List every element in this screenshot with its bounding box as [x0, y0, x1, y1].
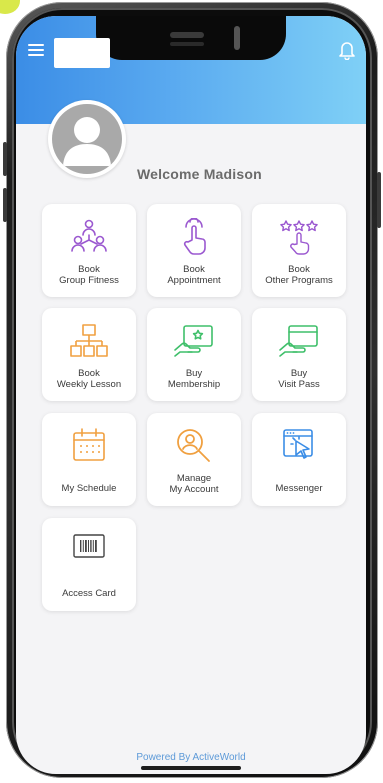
tile-label: My Schedule	[61, 483, 117, 494]
org-chart-icon	[70, 324, 108, 357]
app-logo	[54, 38, 110, 68]
rating-stars-hand-icon	[280, 220, 318, 255]
book-group-fitness-tile[interactable]: Book Group Fitness	[42, 204, 136, 297]
tile-label: Book Group Fitness	[59, 264, 119, 286]
home-indicator[interactable]	[141, 766, 241, 770]
tile-label: Access Card	[62, 588, 116, 599]
front-camera	[234, 26, 240, 50]
avatar[interactable]	[48, 100, 126, 178]
welcome-message: Welcome Madison	[137, 166, 262, 182]
powered-by-footer[interactable]: Powered By ActiveWorld	[16, 752, 366, 763]
user-silhouette-icon	[52, 104, 122, 174]
pass-card-hand-icon	[279, 325, 318, 357]
book-appointment-tile[interactable]: Book Appointment	[147, 204, 241, 297]
messenger-tile[interactable]: Messenger	[252, 413, 346, 506]
barcode-icon	[73, 534, 105, 558]
book-weekly-lesson-tile[interactable]: Book Weekly Lesson	[42, 308, 136, 401]
earpiece-speaker	[170, 32, 204, 38]
corner-decoration	[0, 0, 20, 14]
volume-down-button	[3, 188, 7, 222]
tile-label: Book Appointment	[167, 264, 221, 286]
hand-pointer-icon	[183, 218, 206, 255]
buy-membership-tile[interactable]: Buy Membership	[147, 308, 241, 401]
tile-label: Messenger	[275, 483, 323, 494]
tile-label: Book Other Programs	[265, 264, 333, 286]
group-people-icon	[71, 219, 107, 252]
tile-label: Book Weekly Lesson	[56, 368, 122, 390]
access-card-tile[interactable]: Access Card	[42, 518, 136, 611]
buy-visit-pass-tile[interactable]: Buy Visit Pass	[252, 308, 346, 401]
earpiece-speaker-lower	[170, 42, 204, 46]
calendar-icon	[73, 428, 105, 461]
my-schedule-tile[interactable]: My Schedule	[42, 413, 136, 506]
manage-my-account-tile[interactable]: Manage My Account	[147, 413, 241, 506]
book-other-programs-tile[interactable]: Book Other Programs	[252, 204, 346, 297]
tile-label: Manage My Account	[169, 473, 219, 495]
account-search-icon	[177, 429, 210, 462]
hamburger-menu-icon[interactable]	[28, 44, 44, 57]
app-screen: Welcome Madison Book Group Fitness Book …	[16, 16, 366, 774]
phone-notch	[96, 16, 286, 60]
cursor-window-icon	[283, 429, 313, 459]
power-button	[377, 172, 381, 228]
tile-label: Buy Visit Pass	[278, 368, 320, 390]
tile-label: Buy Membership	[167, 368, 221, 390]
volume-up-button	[3, 142, 7, 176]
bell-icon[interactable]	[338, 40, 356, 60]
membership-card-hand-icon	[174, 325, 213, 357]
